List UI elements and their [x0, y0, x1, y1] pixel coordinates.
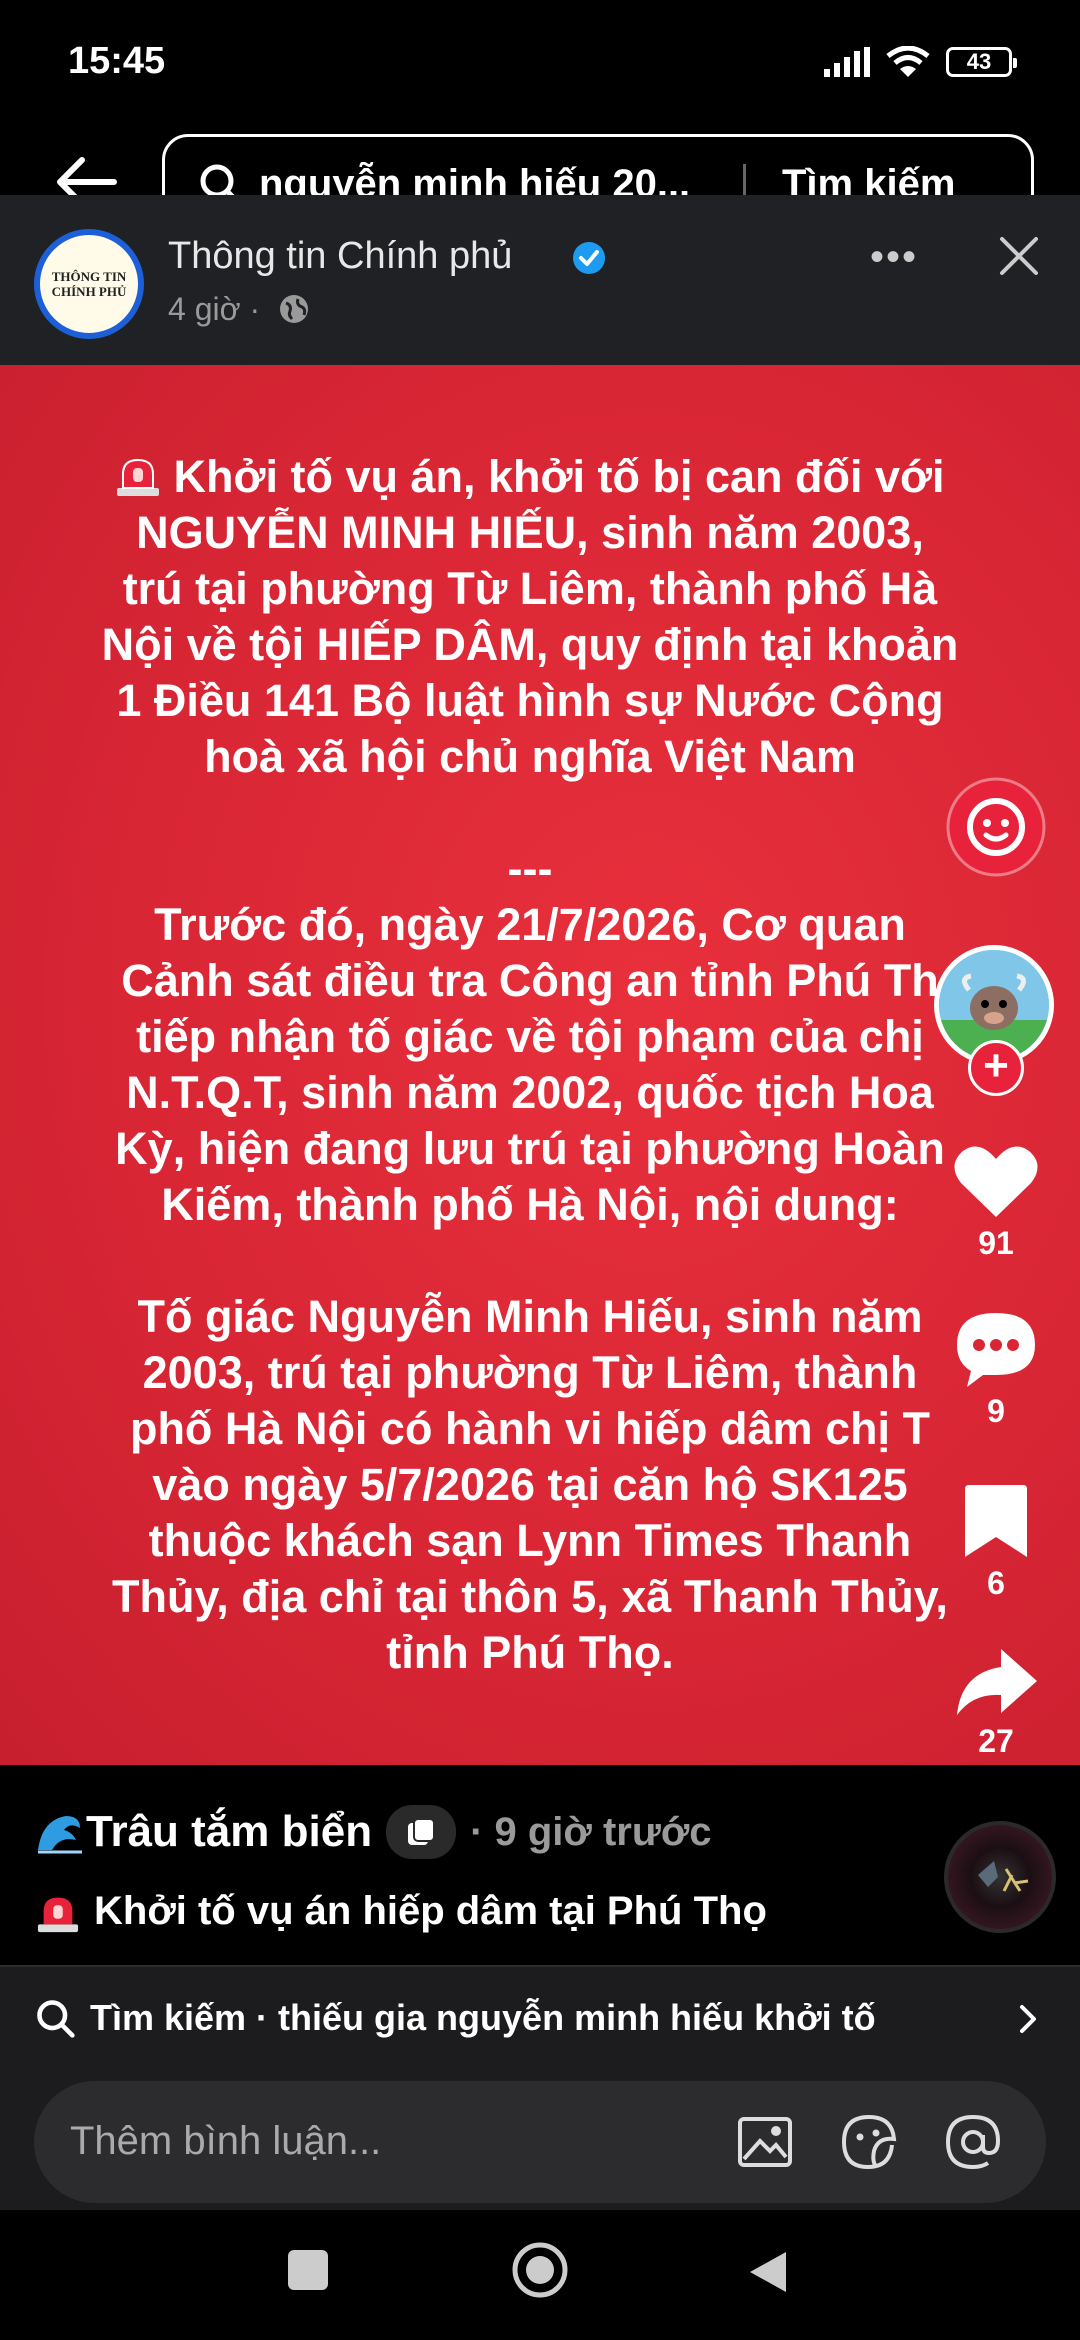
face-icon [946, 777, 1046, 877]
page-name[interactable]: Thông tin Chính phủ [168, 235, 512, 278]
avatar-text-line-2: CHÍNH PHỦ [51, 284, 127, 299]
battery-level: 43 [966, 49, 992, 74]
post-time: 4 giờ · [168, 291, 261, 327]
avatar-text-line-1: THÔNG TIN [51, 269, 127, 284]
status-icons: 43 [824, 46, 1017, 78]
globe-icon [280, 295, 308, 323]
search-icon [37, 2000, 75, 2038]
comment-placeholder[interactable]: Thêm bình luận... [70, 2119, 381, 2164]
share-button[interactable]: 27 [940, 1645, 1052, 1760]
save-button[interactable]: 6 [940, 1481, 1052, 1602]
system-nav-bar [0, 2210, 1080, 2340]
back-nav-icon[interactable] [746, 2248, 790, 2296]
caption-row: Khởi tố vụ án hiếp dâm tại Phú Thọ [36, 1889, 767, 1934]
wifi-icon [886, 46, 930, 77]
related-search-bar[interactable]: Tìm kiếm · thiếu gia nguyễn minh hiếu kh… [0, 1965, 1080, 2069]
comment-icon [957, 1313, 1035, 1387]
post-spacer-2 [60, 1233, 1000, 1289]
wave-icon [38, 1816, 82, 1854]
post-media[interactable]: Khởi tố vụ án, khởi tố bị can đối với NG… [0, 365, 1080, 1765]
more-icon[interactable]: ••• [870, 235, 918, 280]
effect-button[interactable] [946, 777, 1046, 877]
battery-indicator: 43 [946, 47, 1017, 77]
bookmark-icon [965, 1485, 1027, 1557]
post-separator: --- [507, 843, 553, 894]
comment-button[interactable]: 9 [940, 1309, 1052, 1430]
siren-icon [117, 458, 160, 496]
heart-icon [954, 1146, 1038, 1217]
video-info: Trâu tắm biển · 9 giờ trước Khởi tố vụ á… [0, 1765, 1080, 1965]
verified-icon [573, 242, 605, 274]
cards-icon [408, 1818, 436, 1845]
mention-icon[interactable] [942, 2111, 1004, 2173]
like-count: 91 [978, 1225, 1014, 1261]
post-paragraph-1-text: Khởi tố vụ án, khởi tố bị can đối với NG… [101, 451, 959, 782]
like-button[interactable]: 91 [940, 1141, 1052, 1262]
post-paragraph-3: Tố giác Nguyễn Minh Hiếu, sinh năm 2003,… [112, 1291, 948, 1678]
comment-bar: Thêm bình luận... [0, 2069, 1080, 2210]
video-caption[interactable]: Khởi tố vụ án hiếp dâm tại Phú Thọ [94, 1889, 767, 1934]
author-badge [386, 1805, 457, 1859]
related-search-text[interactable]: Tìm kiếm · thiếu gia nguyễn minh hiếu kh… [90, 1997, 876, 2039]
comment-count: 9 [987, 1393, 1005, 1429]
post-paragraph-1: Khởi tố vụ án, khởi tố bị can đối với NG… [60, 449, 1000, 785]
author-name[interactable]: Trâu tắm biển [86, 1807, 372, 1857]
share-icon [957, 1649, 1037, 1715]
music-disc-art-icon [978, 1861, 1029, 1892]
post-age: · 9 giờ trước [470, 1809, 712, 1854]
image-icon[interactable] [734, 2111, 796, 2173]
author-row: Trâu tắm biển · 9 giờ trước [36, 1805, 712, 1859]
post-paragraph-2: Trước đó, ngày 21/7/2026, Cơ quan Cảnh s… [115, 899, 945, 1230]
signal-icon [824, 47, 870, 77]
chevron-right-icon[interactable] [1010, 2001, 1046, 2037]
status-bar: 15:45 43 [0, 0, 1080, 130]
post-spacer [60, 785, 1000, 841]
page-avatar[interactable]: THÔNG TIN CHÍNH PHỦ [34, 229, 144, 339]
post-text: Khởi tố vụ án, khởi tố bị can đối với NG… [60, 449, 1000, 1681]
follow-button[interactable]: + [968, 1040, 1024, 1096]
close-icon[interactable] [994, 231, 1044, 281]
status-time: 15:45 [68, 40, 166, 82]
recent-apps-icon[interactable] [286, 2248, 330, 2292]
comment-input[interactable]: Thêm bình luận... [34, 2081, 1046, 2203]
share-count: 27 [978, 1723, 1014, 1759]
music-disc[interactable] [944, 1821, 1056, 1933]
sticker-icon[interactable] [838, 2111, 900, 2173]
home-icon[interactable] [510, 2240, 570, 2300]
save-count: 6 [987, 1565, 1005, 1601]
post-header: THÔNG TIN CHÍNH PHỦ Thông tin Chính phủ … [0, 195, 1080, 365]
siren-icon [37, 1897, 79, 1932]
